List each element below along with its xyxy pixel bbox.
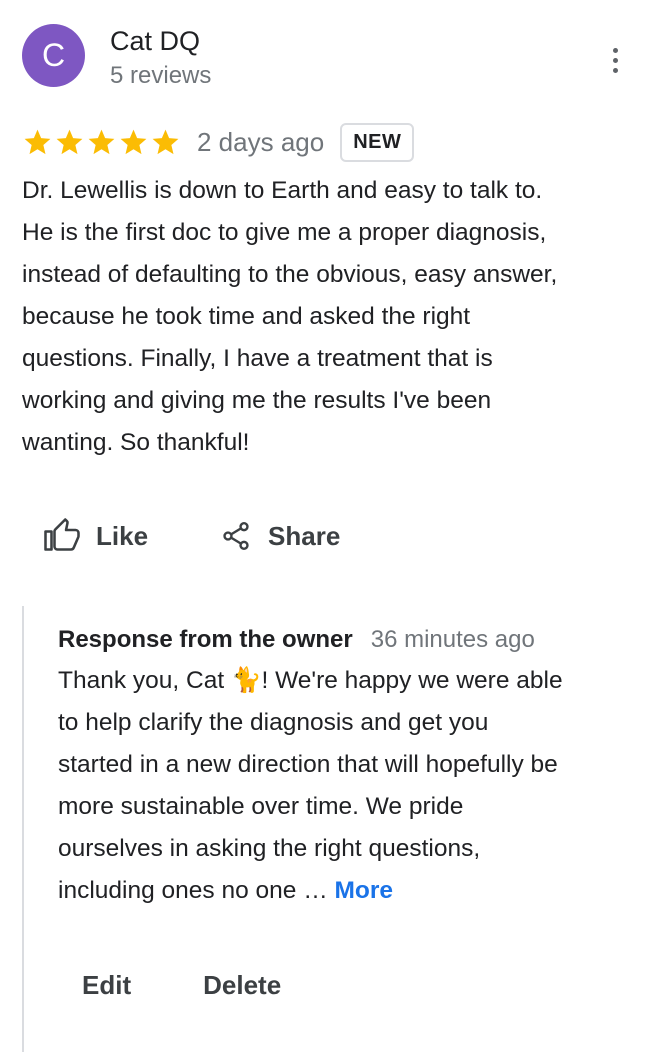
review-text: Dr. Lewellis is down to Earth and easy t… (22, 170, 642, 464)
review-date: 2 days ago (197, 126, 325, 157)
review-line: He is the first doc to give me a proper … (22, 219, 547, 246)
new-badge: NEW (340, 122, 415, 162)
owner-response-time: 36 minutes ago (370, 626, 535, 653)
owner-response-actions: Edit Delete (82, 970, 281, 1001)
response-last-line: including ones no one … (58, 877, 335, 904)
response-line-prefix: Thank you, Cat (58, 667, 231, 694)
response-line-suffix: ! We're happy we were able (261, 667, 563, 694)
reviewer-review-count: 5 reviews (110, 62, 212, 89)
review-line: Dr. Lewellis is down to Earth and easy t… (22, 177, 543, 204)
review-line: questions. Finally, I have a treatment t… (22, 345, 493, 372)
response-line: Thank you, Cat 🐈! We're happy we were ab… (58, 660, 648, 702)
response-line: more sustainable over time. We pride (58, 793, 464, 820)
owner-response: Response from the owner 36 minutes ago T… (22, 606, 642, 1052)
review-line: wanting. So thankful! (22, 429, 250, 456)
thumbs-up-icon (44, 518, 80, 551)
avatar[interactable]: C (22, 24, 85, 87)
review-line: working and giving me the results I've b… (22, 387, 492, 414)
like-label: Like (96, 520, 149, 551)
rating-row: 2 days ago NEW (22, 122, 415, 162)
owner-response-text: Thank you, Cat 🐈! We're happy we were ab… (58, 660, 648, 912)
star-icon (120, 129, 147, 154)
star-icon (56, 129, 83, 154)
cat-emoji: 🐈 (230, 667, 262, 694)
review-line: because he took time and asked the right (22, 303, 471, 330)
reviewer-name[interactable]: Cat DQ (110, 26, 200, 57)
more-options-icon[interactable] (600, 42, 630, 78)
response-line: ourselves in asking the right questions, (58, 835, 481, 862)
share-icon (223, 522, 249, 550)
response-line: started in a new direction that will hop… (58, 751, 558, 778)
owner-response-title: Response from the owner (58, 626, 353, 653)
response-line: to help clarify the diagnosis and get yo… (58, 709, 489, 736)
response-line: including ones no one … More (58, 870, 648, 912)
star-icon (88, 129, 115, 154)
edit-button[interactable]: Edit (82, 970, 131, 1001)
star-rating (22, 127, 181, 158)
review-line: instead of defaulting to the obvious, ea… (22, 261, 558, 288)
delete-button[interactable]: Delete (203, 970, 281, 1001)
like-button[interactable]: Like (44, 518, 148, 554)
review-actions: Like Share (44, 518, 340, 554)
star-icon (24, 129, 51, 154)
more-link[interactable]: More (335, 877, 394, 904)
star-icon (152, 129, 179, 154)
owner-response-header: Response from the owner 36 minutes ago (58, 626, 535, 654)
share-label: Share (268, 520, 341, 551)
share-button[interactable]: Share (220, 520, 340, 552)
